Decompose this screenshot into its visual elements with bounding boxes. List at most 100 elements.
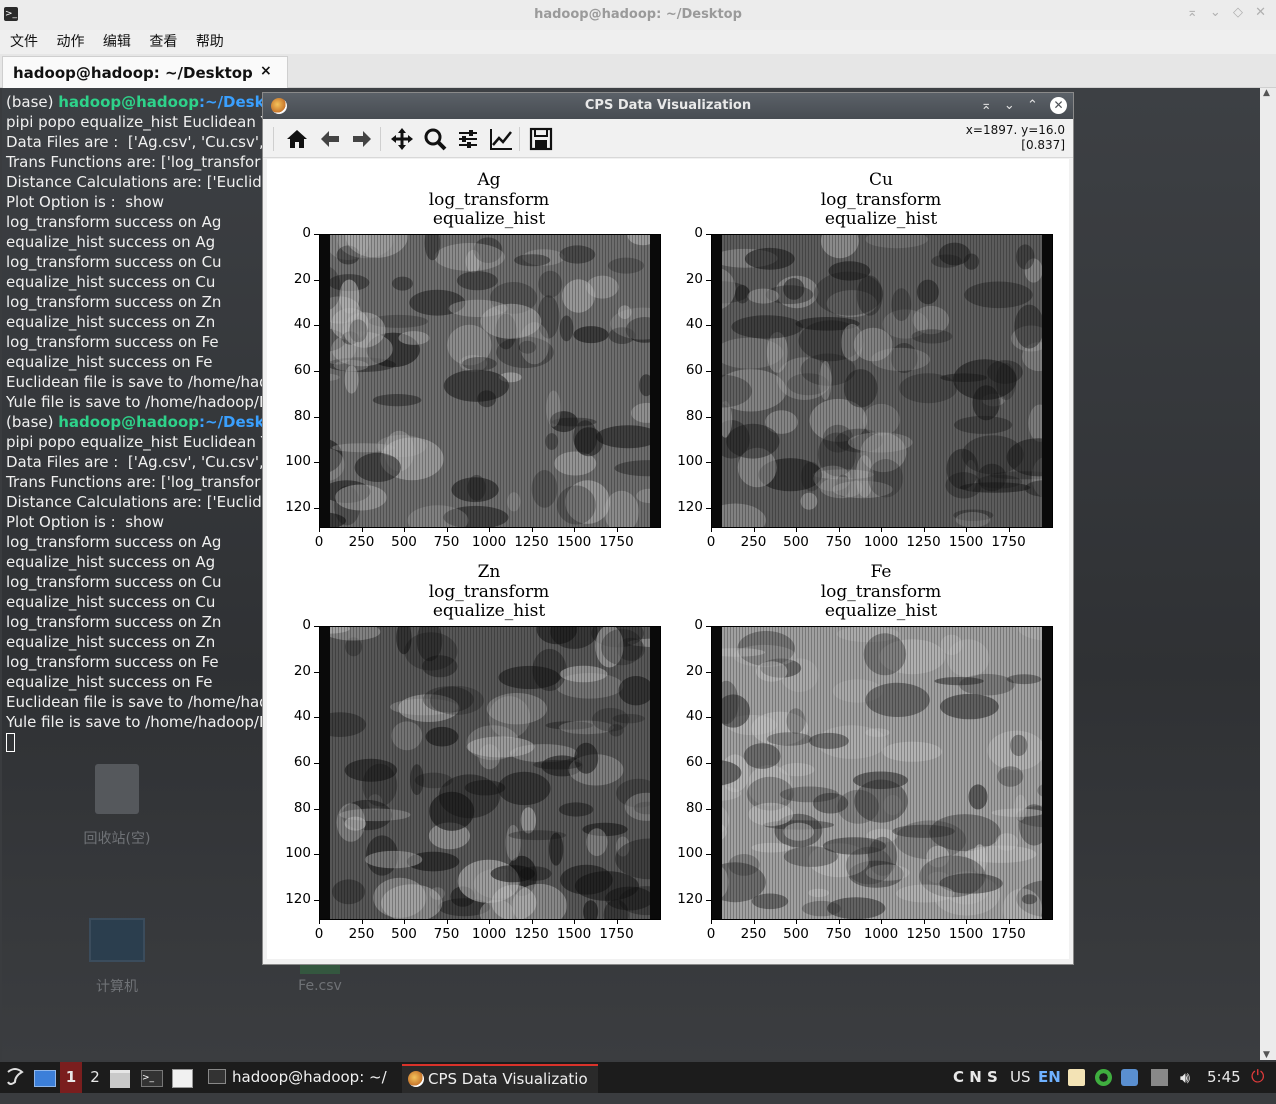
heatmap-scanline [419,235,420,527]
menu-action[interactable]: 动作 [56,30,84,54]
heatmap-scanline [946,627,947,919]
power-icon[interactable]: ⏻ [1251,1062,1264,1093]
forward-icon[interactable] [348,125,376,153]
output-line: log_transform success on Ag [6,213,222,231]
heatmap-scanline [1027,235,1028,527]
plot-window: CPS Data Visualization ⌅ ⌄ ⌃ ✕ x=1897. y… [262,92,1074,965]
maximize-icon[interactable]: ◇ [1233,5,1243,20]
save-icon[interactable] [527,125,555,153]
pan-icon[interactable] [388,125,416,153]
heatmap-scanline [350,235,351,527]
heatmap-image[interactable] [711,234,1053,528]
heatmap-zn-svg [320,627,660,919]
back-icon[interactable] [316,125,344,153]
maximize-icon[interactable]: ⌃ [1027,98,1038,113]
x-tick-mark [489,919,490,924]
close-icon[interactable]: ✕ [1050,97,1067,114]
minimize-icon[interactable]: ⌄ [1210,5,1221,20]
heatmap-scanline [829,627,830,919]
heatmap-scanline [431,235,432,527]
y-tick-mark [706,416,711,418]
terminal-tabbar: hadoop@hadoop: ~/Desktop × [0,54,1276,88]
desktop-icon-trash[interactable]: 回收站(空) [72,764,162,848]
input-method[interactable]: EN [1038,1062,1061,1093]
scroll-up-icon[interactable]: ▲ [1263,88,1270,98]
heatmap-image[interactable] [319,234,661,528]
keep-above-icon[interactable]: ⌅ [981,98,992,113]
heatmap-scanline [793,627,794,919]
heatmap-scanline [344,627,345,919]
file-manager-icon[interactable] [110,1062,132,1093]
terminal-launcher-icon[interactable]: >_ [141,1062,163,1093]
heatmap-scanline [344,235,345,527]
heatmap-scanline [1036,627,1037,919]
home-icon[interactable] [283,125,311,153]
heatmap-scanline [910,235,911,527]
heatmap-scanline [1018,627,1019,919]
zoom-icon[interactable] [421,125,449,153]
plot-window-titlebar[interactable]: CPS Data Visualization ⌅ ⌄ ⌃ ✕ [263,93,1073,119]
menu-edit[interactable]: 编辑 [103,30,131,54]
x-tick-mark [531,527,533,532]
desktop-icon-fe-csv[interactable]: Fe.csv [280,964,360,994]
heatmap-scanline [572,627,573,919]
heatmap-scanline [440,627,441,919]
edit-axis-icon[interactable] [487,125,515,153]
heatmap-scanline [838,235,839,527]
minimize-icon[interactable]: ⌄ [1004,98,1015,113]
keyboard-layout[interactable]: US [1010,1062,1031,1093]
x-tick-mark [711,919,712,924]
close-icon[interactable]: ✕ [1255,5,1266,20]
prompt-line: (base) hadoop@hadoop:~/Deskto [6,412,282,432]
figure-canvas[interactable]: Ag log_transform equalize_hist 0 250 500 75… [267,159,1069,959]
text-editor-icon[interactable] [172,1062,194,1093]
clock[interactable]: 5:45 [1207,1062,1241,1093]
clipboard-icon[interactable] [1068,1069,1085,1086]
heatmap-image[interactable] [319,626,661,920]
volume-icon[interactable]: 🔊︎ [1180,1062,1190,1093]
workspace-1[interactable]: 1 [60,1062,82,1093]
heatmap-scanline [428,627,429,919]
heatmap-scanline [548,235,549,527]
output-line: Yule file is save to /home/hadoop/D [6,713,271,731]
x-tick-label: 1500 [948,534,984,550]
heatmap-scanline [724,235,725,527]
desktop-icon-computer[interactable]: 计算机 [72,918,162,996]
heatmap-scanline [587,627,588,919]
heatmap-scanline [850,235,851,527]
menu-view[interactable]: 查看 [149,30,177,54]
task-terminal[interactable]: hadoop@hadoop: ~/ [204,1064,394,1091]
output-line: Plot Option is : show [6,193,164,211]
heatmap-scanline [404,627,405,919]
heatmap-scanline [739,235,740,527]
scroll-down-icon[interactable]: ▼ [1263,1050,1270,1060]
x-tick-label: 750 [433,926,460,942]
network-icon[interactable] [1095,1069,1112,1086]
heatmap-scanline [982,235,983,527]
configure-subplots-icon[interactable] [454,125,482,153]
show-desktop-icon[interactable] [34,1062,56,1093]
heatmap-scanline [359,627,360,919]
task-plot-window[interactable]: CPS Data Visualizatio [402,1064,598,1093]
heatmap-scanline [940,235,941,527]
keep-above-icon[interactable]: ⌅ [1187,5,1198,20]
heatmap-scanline [494,627,495,919]
heatmap-scanline [479,627,480,919]
start-menu-icon[interactable] [4,1062,26,1093]
heatmap-scanline [413,627,414,919]
workspace-2[interactable]: 2 [86,1062,104,1093]
x-tick-label: 1000 [471,534,507,550]
tab-close-icon[interactable]: × [260,63,272,79]
heatmap-scanline [1021,235,1022,527]
heatmap-scanline [353,627,354,919]
heatmap-scanline [745,627,746,919]
terminal-tab[interactable]: hadoop@hadoop: ~/Desktop × [2,56,288,88]
removable-media-icon[interactable] [1151,1069,1168,1086]
notification-icon[interactable] [1121,1069,1138,1086]
heatmap-scanline [341,235,342,527]
heatmap-scanline [377,235,378,527]
terminal-scrollbar[interactable]: ▲ ▼ [1260,88,1276,1060]
menu-file[interactable]: 文件 [10,30,38,54]
menu-help[interactable]: 帮助 [196,30,224,54]
heatmap-image[interactable] [711,626,1053,920]
